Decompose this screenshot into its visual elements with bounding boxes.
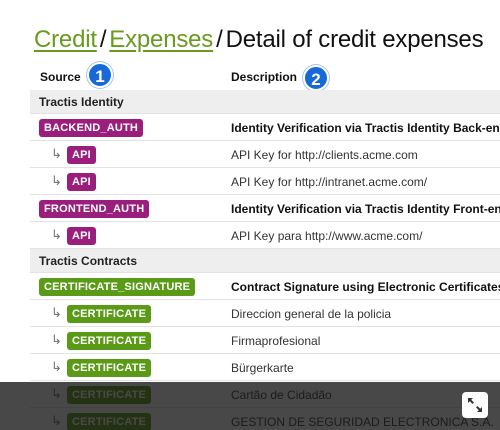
row-description: API Key for http://clients.acme.com	[231, 148, 418, 162]
table-row[interactable]: ↳ CERTIFICATE Direccion general de la poli…	[30, 300, 500, 327]
row-description: Bürgerkarte	[231, 361, 294, 375]
child-arrow-icon: ↳	[51, 332, 62, 347]
breadcrumb: Credit / Expenses / Detail of credit expense…	[34, 26, 484, 54]
column-header-source[interactable]: Source	[40, 70, 81, 84]
source-tag[interactable]: CERTIFICATE	[67, 305, 152, 323]
breadcrumb-link-credit[interactable]: Credit	[34, 26, 97, 53]
table-row[interactable]: ↳ API API Key for http://clients.acme.com	[30, 141, 500, 168]
source-tag[interactable]: API	[67, 146, 96, 164]
child-arrow-icon: ↳	[51, 146, 62, 161]
expand-icon	[468, 398, 482, 412]
table-header: Source 1 Description 2	[0, 62, 500, 91]
child-arrow-icon: ↳	[51, 305, 62, 320]
source-tag[interactable]: CERTIFICATE	[67, 332, 152, 350]
breadcrumb-separator: /	[99, 26, 107, 53]
bottom-overlay-bar	[0, 382, 500, 430]
row-description: Contract Signature using Electronic Cert…	[231, 280, 500, 294]
source-tag[interactable]: API	[67, 173, 96, 191]
group-title: Tractis Contracts	[39, 254, 138, 268]
source-tag[interactable]: CERTIFICATE_SIGNATURE	[39, 278, 196, 296]
row-description: API Key para http://www.acme.com/	[231, 229, 423, 243]
step-badge-2: 2	[303, 65, 329, 91]
row-description: Identity Verification via Tractis Identi…	[231, 202, 500, 216]
source-tag[interactable]: API	[67, 227, 96, 245]
child-arrow-icon: ↳	[51, 359, 62, 374]
group-title: Tractis Identity	[39, 95, 124, 109]
breadcrumb-link-expenses[interactable]: Expenses	[109, 26, 213, 53]
table-row[interactable]: ↳ API API Key for http://intranet.acme.com…	[30, 168, 500, 195]
credit-expenses-table: Tractis Identity BACKEND_AUTH Identity Ver…	[30, 90, 500, 430]
child-arrow-icon: ↳	[51, 173, 62, 188]
row-description: API Key for http://intranet.acme.com/	[231, 175, 428, 189]
child-arrow-icon: ↳	[51, 227, 62, 242]
source-tag[interactable]: CERTIFICATE	[67, 359, 152, 377]
group-row: Tractis Contracts	[30, 249, 500, 273]
table-row[interactable]: ↳ CERTIFICATE Firmaprofesional	[30, 327, 500, 354]
table-row[interactable]: BACKEND_AUTH Identity Verification via Tr…	[30, 114, 500, 141]
source-tag[interactable]: BACKEND_AUTH	[39, 119, 144, 137]
table-row[interactable]: ↳ API API Key para http://www.acme.com/	[30, 222, 500, 249]
step-badge-1: 1	[87, 62, 113, 88]
column-header-description[interactable]: Description	[231, 70, 297, 84]
breadcrumb-separator: /	[216, 26, 223, 53]
table-row[interactable]: CERTIFICATE_SIGNATURE Contract Signature …	[30, 273, 500, 300]
row-description: Firmaprofesional	[231, 334, 321, 348]
table-row[interactable]: FRONTEND_AUTH Identity Verification via T…	[30, 195, 500, 222]
expand-button[interactable]	[462, 392, 488, 418]
table-row[interactable]: ↳ CERTIFICATE Bürgerkarte	[30, 354, 500, 381]
row-description: Direccion general de la policia	[231, 307, 392, 321]
page-title: Detail of credit expenses	[225, 26, 484, 53]
group-row: Tractis Identity	[30, 90, 500, 114]
row-description: Identity Verification via Tractis Identi…	[231, 121, 500, 135]
source-tag[interactable]: FRONTEND_AUTH	[39, 200, 150, 218]
